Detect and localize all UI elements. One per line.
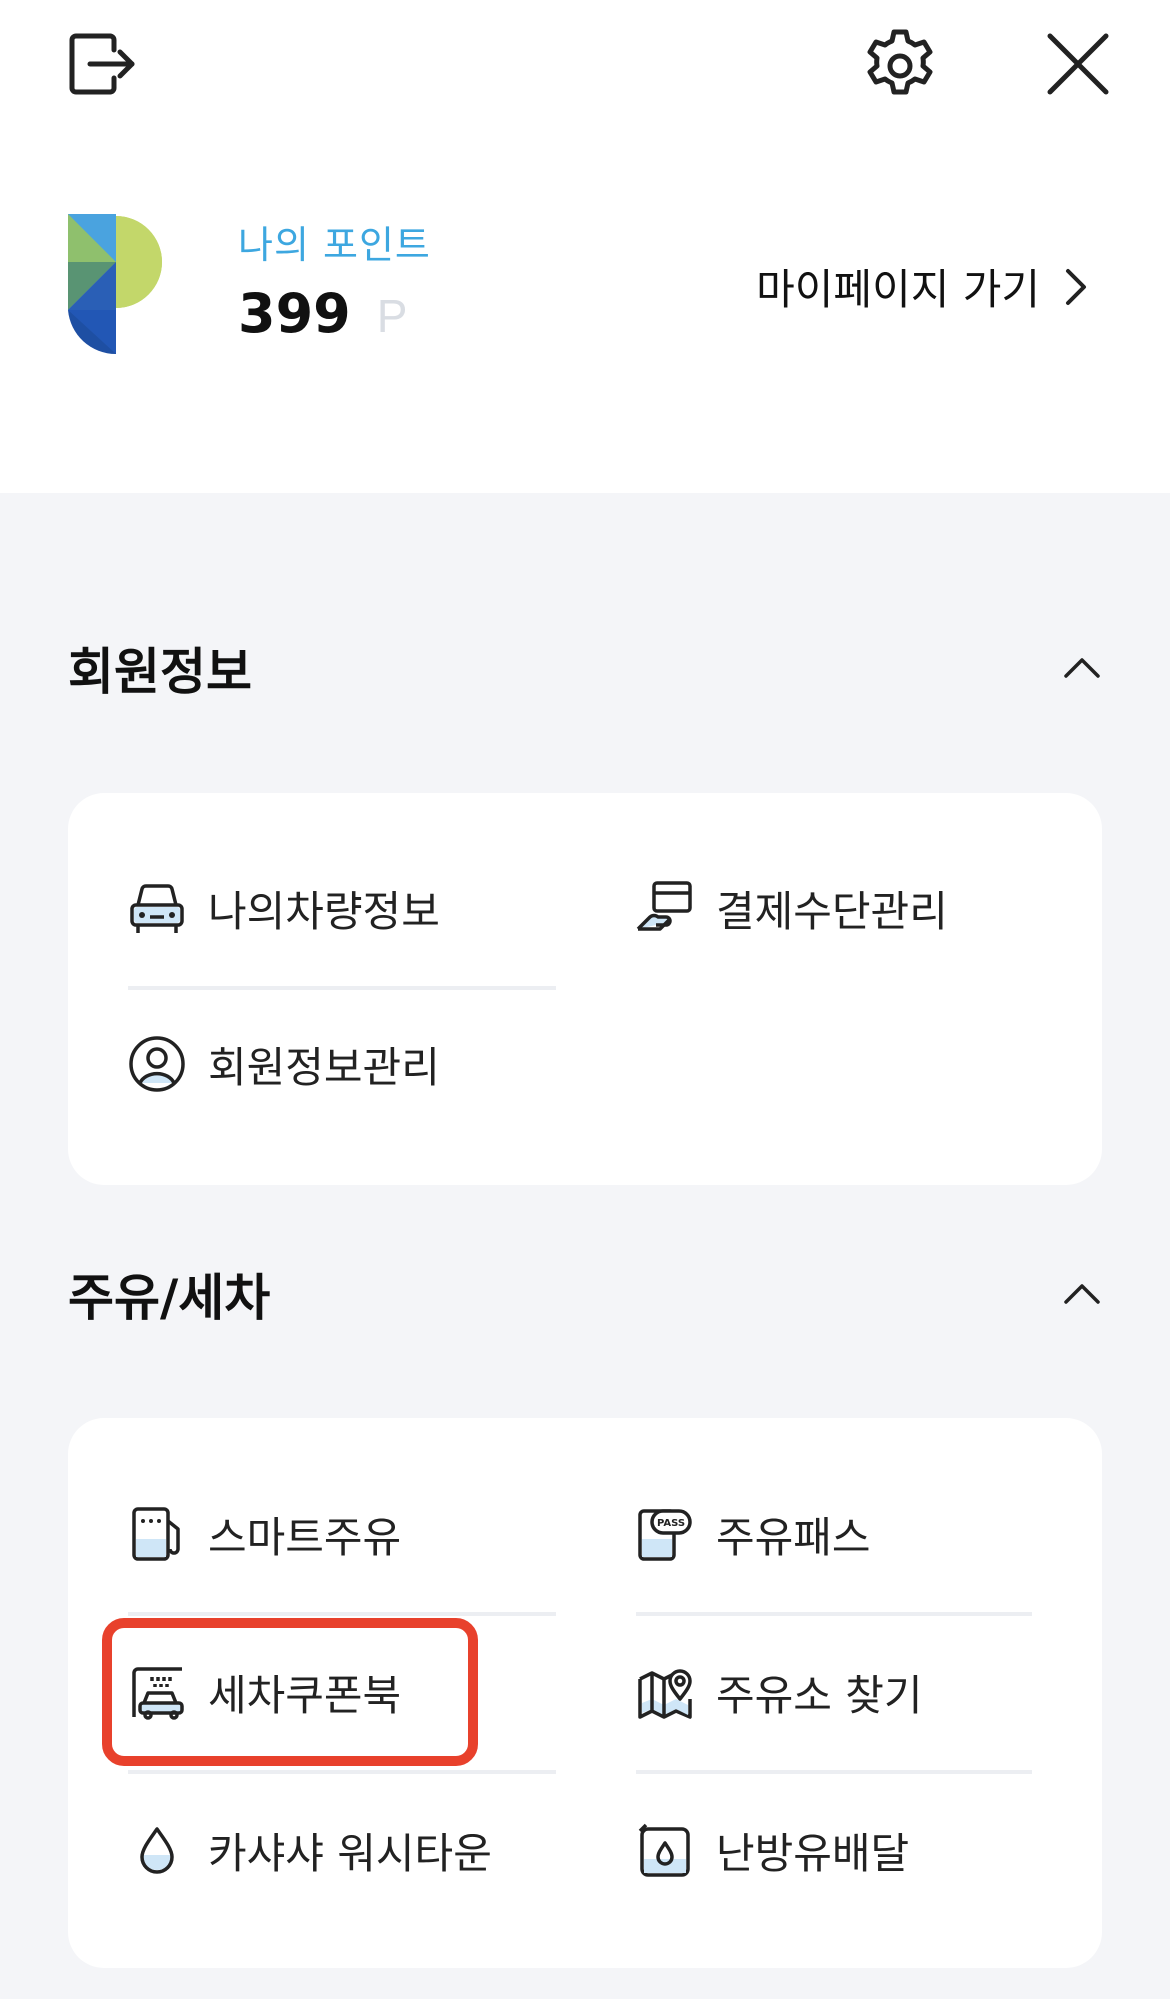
point-logo-icon [68, 214, 164, 354]
chevron-right-icon [1062, 267, 1090, 307]
divider [128, 1612, 556, 1616]
menu-item-label: 결제수단관리 [716, 886, 948, 936]
menu-item-label: 주유소 찾기 [716, 1670, 923, 1720]
svg-text:PASS: PASS [657, 1518, 685, 1529]
points-unit: P [376, 290, 408, 342]
mypage-link[interactable]: 마이페이지 가기 [756, 256, 1090, 317]
close-icon[interactable] [1042, 28, 1114, 100]
map-pin-icon [636, 1663, 694, 1721]
divider [128, 986, 556, 990]
fuel-pass-icon: PASS [636, 1505, 694, 1563]
chevron-up-icon[interactable] [1062, 1280, 1102, 1308]
section-title-fuel-wash: 주유/세차 [68, 1269, 271, 1327]
menu-item-label: 나의차량정보 [208, 886, 440, 936]
logout-icon[interactable] [66, 28, 138, 100]
top-header-area [0, 0, 1170, 493]
divider [636, 1770, 1032, 1774]
menu-item-label: 스마트주유 [208, 1512, 402, 1562]
chevron-up-icon[interactable] [1062, 654, 1102, 682]
points-balance: 399 P [238, 282, 407, 345]
points-value: 399 [238, 282, 351, 345]
mypage-link-label: 마이페이지 가기 [756, 265, 1040, 314]
menu-item-label: 회원정보관리 [208, 1042, 440, 1092]
payment-card-icon [636, 879, 694, 937]
section-title-member-info: 회원정보 [68, 643, 252, 701]
menu-item-kashasha-washtown[interactable]: 카샤샤 워시타운 [128, 1810, 492, 1890]
menu-item-my-car[interactable]: 나의차량정보 [128, 868, 440, 948]
user-profile-icon [128, 1035, 186, 1093]
highlight-box [102, 1618, 478, 1766]
menu-item-member-management[interactable]: 회원정보관리 [128, 1024, 440, 1104]
menu-item-payment-methods[interactable]: 결제수단관리 [636, 868, 948, 948]
car-icon [128, 879, 186, 937]
fuel-pump-icon [128, 1505, 186, 1563]
menu-item-fuel-pass[interactable]: PASS 주유패스 [636, 1494, 871, 1574]
divider [128, 1770, 556, 1774]
menu-item-label: 카샤샤 워시타운 [208, 1828, 492, 1878]
menu-item-find-station[interactable]: 주유소 찾기 [636, 1652, 923, 1732]
divider [636, 1612, 1032, 1616]
points-label: 나의 포인트 [238, 223, 431, 267]
oil-can-icon [636, 1821, 694, 1879]
gear-icon[interactable] [860, 26, 940, 106]
menu-item-heating-oil-delivery[interactable]: 난방유배달 [636, 1810, 909, 1890]
menu-item-label: 주유패스 [716, 1512, 871, 1562]
menu-item-label: 난방유배달 [716, 1828, 910, 1878]
water-drop-icon [128, 1821, 186, 1879]
menu-item-smart-fuel[interactable]: 스마트주유 [128, 1494, 401, 1574]
